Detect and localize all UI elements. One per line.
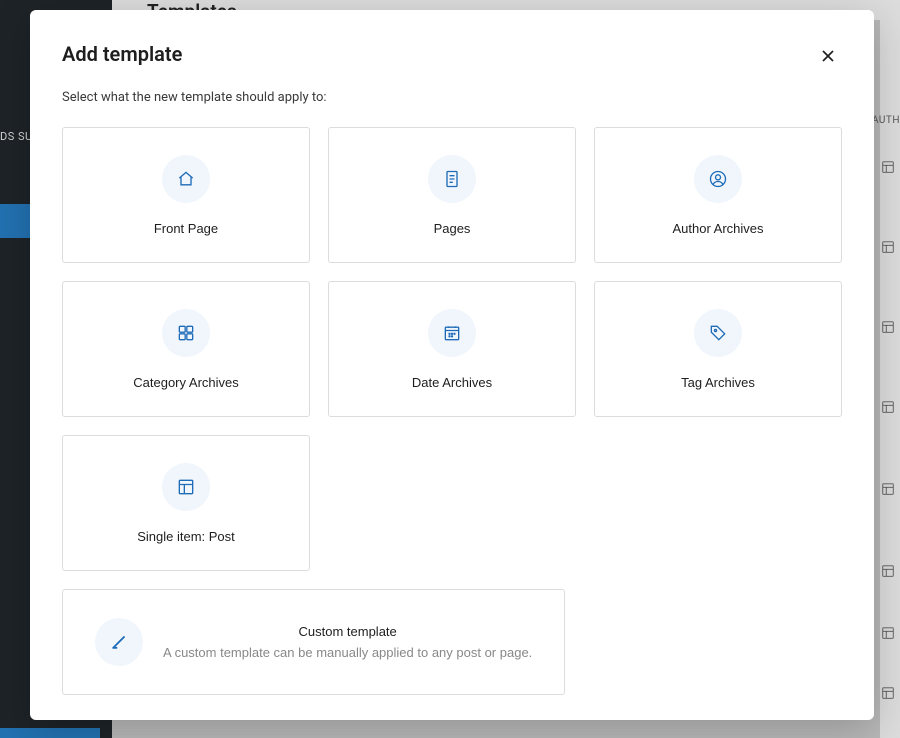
bg-right-panel: AUTH [880, 0, 900, 738]
card-label: Single item: Post [137, 529, 235, 544]
close-button[interactable] [814, 42, 842, 70]
layout-icon [162, 463, 210, 511]
template-card-category-archives[interactable]: Category Archives [62, 281, 310, 417]
template-card-grid: Front Page Pages Author Archives Categor… [62, 127, 842, 571]
close-icon [818, 46, 838, 66]
modal-title: Add template [62, 42, 182, 66]
card-label: Pages [434, 221, 471, 236]
bg-sidebar-text: DS SU [0, 130, 33, 143]
template-card-author-archives[interactable]: Author Archives [594, 127, 842, 263]
card-label: Category Archives [133, 375, 239, 390]
edit-icon [95, 618, 143, 666]
card-label: Author Archives [672, 221, 763, 236]
custom-text-wrap: Custom template A custom template can be… [163, 624, 532, 660]
sidebar-active-indicator [0, 204, 32, 238]
calendar-icon [428, 309, 476, 357]
modal-header: Add template [62, 42, 842, 70]
card-label: Tag Archives [681, 375, 755, 390]
template-card-date-archives[interactable]: Date Archives [328, 281, 576, 417]
grid-icon [162, 309, 210, 357]
modal-subtitle: Select what the new template should appl… [62, 90, 842, 105]
template-card-pages[interactable]: Pages [328, 127, 576, 263]
author-icon [694, 155, 742, 203]
template-card-front-page[interactable]: Front Page [62, 127, 310, 263]
custom-template-title: Custom template [163, 624, 532, 639]
bg-right-auth-text: AUTH [872, 115, 900, 126]
page-icon [428, 155, 476, 203]
sidebar-bottom-indicator [0, 728, 100, 738]
card-label: Date Archives [412, 375, 492, 390]
home-icon [162, 155, 210, 203]
template-card-single-item-post[interactable]: Single item: Post [62, 435, 310, 571]
card-label: Front Page [154, 221, 218, 236]
tag-icon [694, 309, 742, 357]
add-template-modal: Add template Select what the new templat… [30, 10, 874, 720]
custom-template-desc: A custom template can be manually applie… [163, 645, 532, 660]
custom-template-card[interactable]: Custom template A custom template can be… [62, 589, 565, 695]
template-card-tag-archives[interactable]: Tag Archives [594, 281, 842, 417]
